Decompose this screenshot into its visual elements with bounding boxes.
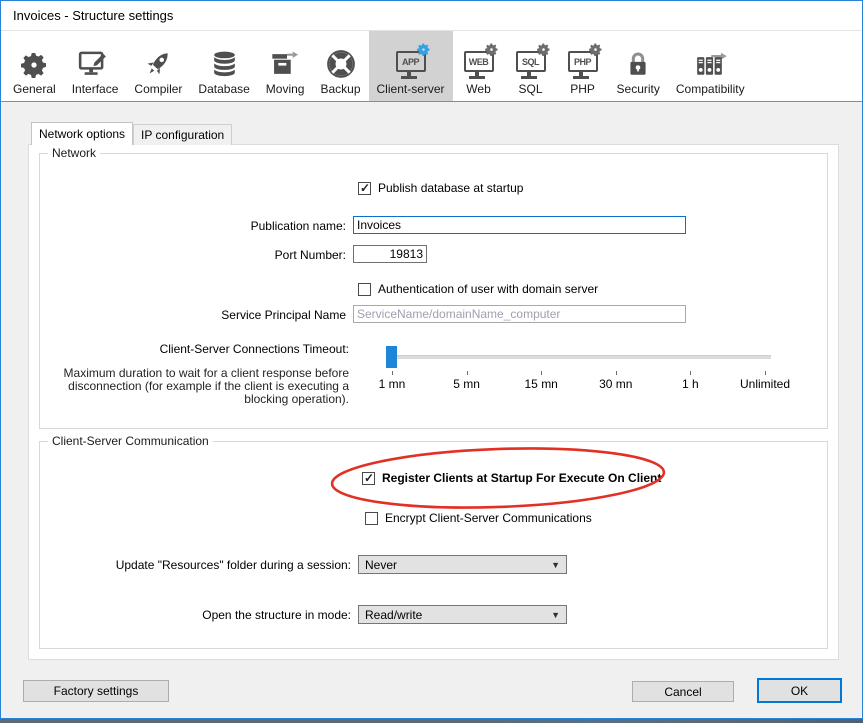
service-principal-name-label: Service Principal Name xyxy=(146,308,346,322)
auth-domain-checkbox[interactable] xyxy=(358,283,371,296)
toolbar-item-interface[interactable]: Interface xyxy=(64,31,127,101)
encrypt-communications-label: Encrypt Client-Server Communications xyxy=(385,511,592,525)
tick-label: 30 mn xyxy=(599,377,632,391)
timeout-slider-ticks: 1 mn 5 mn 15 mn 30 mn 1 h Unlimited xyxy=(392,345,765,393)
toolbar-item-label: Client-server xyxy=(377,82,445,96)
tick-mark xyxy=(616,371,617,375)
toolbar-item-moving[interactable]: Moving xyxy=(258,31,313,101)
register-clients-checkbox[interactable] xyxy=(362,472,375,485)
toolbar-item-label: Moving xyxy=(266,82,305,96)
monitor-icon: APP xyxy=(393,42,429,80)
tick-mark xyxy=(467,371,468,375)
gear-icon xyxy=(19,42,49,80)
open-mode-value: Read/write xyxy=(365,608,422,622)
toolbar-item-compatibility[interactable]: Compatibility xyxy=(668,31,753,101)
timeout-help-text: Maximum duration to wait for a client re… xyxy=(41,367,349,406)
open-mode-dropdown[interactable]: Read/write ▼ xyxy=(358,605,567,624)
title-bar: Invoices - Structure settings xyxy=(1,1,862,31)
port-number-label: Port Number: xyxy=(146,248,346,262)
toolbar-item-client-server[interactable]: APP Client-server xyxy=(369,31,453,101)
toolbar-item-label: Compiler xyxy=(134,82,182,96)
chevron-down-icon: ▼ xyxy=(551,610,560,620)
tick-label: 15 mn xyxy=(525,377,558,391)
tick-mark xyxy=(765,371,766,375)
window-title: Invoices - Structure settings xyxy=(13,8,173,23)
timeout-slider: 1 mn 5 mn 15 mn 30 mn 1 h Unlimited xyxy=(386,345,771,393)
resources-folder-label: Update "Resources" folder during a sessi… xyxy=(101,558,351,572)
moving-icon xyxy=(269,42,301,80)
port-number-input[interactable] xyxy=(353,245,427,263)
interface-icon xyxy=(78,42,112,80)
toolbar-item-label: Security xyxy=(617,82,660,96)
publication-name-input[interactable] xyxy=(353,216,686,234)
tab-network-options[interactable]: Network options xyxy=(31,122,133,145)
publish-database-checkbox[interactable] xyxy=(358,182,371,195)
chevron-down-icon: ▼ xyxy=(551,560,560,570)
tick-label: 5 mn xyxy=(453,377,480,391)
toolbar: General Interface Compiler Database Moving Ba… xyxy=(1,31,862,102)
ok-button[interactable]: OK xyxy=(757,678,842,703)
toolbar-item-label: Web xyxy=(466,82,490,96)
background-strip xyxy=(0,719,863,723)
auth-domain-row: Authentication of user with domain serve… xyxy=(358,282,598,296)
toolbar-item-php[interactable]: PHP PHP xyxy=(557,31,609,101)
toolbar-item-label: Database xyxy=(198,82,249,96)
structure-settings-window: Invoices - Structure settings General Int… xyxy=(0,0,863,719)
tick-label: Unlimited xyxy=(740,377,790,391)
lifebuoy-icon xyxy=(325,42,357,80)
publish-database-label: Publish database at startup xyxy=(378,181,523,195)
publish-database-row: Publish database at startup xyxy=(358,181,523,195)
toolbar-item-label: Compatibility xyxy=(676,82,745,96)
communication-group-label: Client-Server Communication xyxy=(48,434,213,448)
toolbar-item-security[interactable]: Security xyxy=(609,31,668,101)
compatibility-icon xyxy=(692,42,728,80)
timeout-label: Client-Server Connections Timeout: xyxy=(121,342,349,356)
register-clients-label: Register Clients at Startup For Execute … xyxy=(382,471,661,485)
toolbar-item-label: Backup xyxy=(320,82,360,96)
tab-ip-configuration[interactable]: IP configuration xyxy=(133,124,232,145)
toolbar-item-general[interactable]: General xyxy=(5,31,64,101)
open-mode-label: Open the structure in mode: xyxy=(101,608,351,622)
network-group-label: Network xyxy=(48,146,100,160)
toolbar-item-database[interactable]: Database xyxy=(190,31,257,101)
database-icon xyxy=(209,42,240,80)
toolbar-item-backup[interactable]: Backup xyxy=(312,31,368,101)
tab-label: IP configuration xyxy=(141,128,224,142)
monitor-icon: WEB xyxy=(461,42,497,80)
encrypt-communications-checkbox[interactable] xyxy=(365,512,378,525)
tick-mark xyxy=(392,371,393,375)
toolbar-item-sql[interactable]: SQL SQL xyxy=(505,31,557,101)
cancel-button[interactable]: Cancel xyxy=(632,681,734,702)
resources-folder-dropdown[interactable]: Never ▼ xyxy=(358,555,567,574)
tick-label: 1 mn xyxy=(379,377,406,391)
tab-label: Network options xyxy=(39,127,125,141)
toolbar-item-label: General xyxy=(13,82,56,96)
tab-bar: Network options IP configuration xyxy=(31,122,232,145)
resources-folder-value: Never xyxy=(365,558,397,572)
auth-domain-label: Authentication of user with domain serve… xyxy=(378,282,598,296)
publication-name-label: Publication name: xyxy=(146,219,346,233)
rocket-icon xyxy=(142,42,174,80)
monitor-icon: PHP xyxy=(565,42,601,80)
toolbar-item-compiler[interactable]: Compiler xyxy=(126,31,190,101)
register-clients-row: Register Clients at Startup For Execute … xyxy=(362,471,661,485)
lock-icon xyxy=(624,42,652,80)
factory-settings-button[interactable]: Factory settings xyxy=(23,680,169,702)
encrypt-communications-row: Encrypt Client-Server Communications xyxy=(365,511,592,525)
toolbar-item-label: Interface xyxy=(72,82,119,96)
timeout-help-line: blocking operation). xyxy=(41,393,349,406)
monitor-icon: SQL xyxy=(513,42,549,80)
tick-label: 1 h xyxy=(682,377,699,391)
service-principal-name-input[interactable] xyxy=(353,305,686,323)
tick-mark xyxy=(541,371,542,375)
toolbar-item-web[interactable]: WEB Web xyxy=(453,31,505,101)
toolbar-item-label: SQL xyxy=(519,82,543,96)
tick-mark xyxy=(690,371,691,375)
toolbar-item-label: PHP xyxy=(570,82,595,96)
